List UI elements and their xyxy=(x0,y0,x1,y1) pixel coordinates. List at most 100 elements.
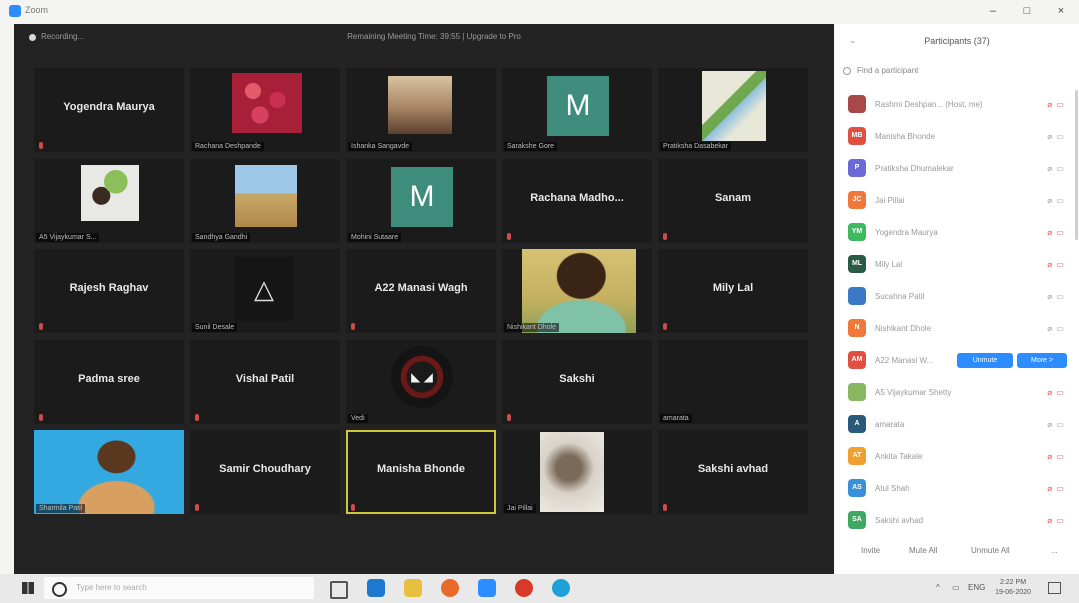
task-view-icon[interactable] xyxy=(330,581,348,599)
participant-row[interactable]: ML Mily Lal ⌀ ▭ xyxy=(835,250,1079,280)
participant-avatar: AM xyxy=(848,351,866,369)
mic-icon: ⌀ ▭ xyxy=(1047,196,1065,205)
participant-row[interactable]: P Pratiksha Dhumalekar ⌀ ▭ xyxy=(835,154,1079,184)
minimize-button[interactable]: – xyxy=(982,2,1004,20)
network-icon[interactable]: ▭ xyxy=(952,583,960,592)
video-tile[interactable]: Rachana Madho... xyxy=(502,159,652,243)
mic-muted-icon xyxy=(39,142,43,149)
participant-row[interactable]: JC Jai Pillai ⌀ ▭ xyxy=(835,186,1079,216)
video-tile[interactable]: A5 Vijaykumar S... xyxy=(34,159,184,243)
video-tile[interactable]: M Sarakshe Gore xyxy=(502,68,652,152)
taskbar-search-box[interactable]: Type here to search xyxy=(44,577,314,599)
participant-display-name: Padma sree xyxy=(78,373,140,385)
edge-browser-icon[interactable] xyxy=(367,579,385,597)
participant-display-name: Sakshi avhad xyxy=(697,463,769,475)
participant-list-scrollbar[interactable] xyxy=(1075,90,1078,240)
participant-avatar: SA xyxy=(848,511,866,529)
participants-panel: ⌄ Participants (37) Find a participant R… xyxy=(835,24,1079,574)
participant-video xyxy=(232,73,302,133)
participant-name-label: Sandhya Gandhi xyxy=(192,233,251,242)
participant-search-input[interactable]: Find a participant xyxy=(843,66,1071,82)
windows-start-icon[interactable] xyxy=(22,582,34,594)
participant-row[interactable]: AS Atul Shah ⌀ ▭ xyxy=(835,474,1079,504)
unmute-participant-button[interactable]: Unmute xyxy=(957,353,1013,368)
chrome-icon[interactable] xyxy=(515,579,533,597)
file-explorer-icon[interactable] xyxy=(404,579,422,597)
participant-row[interactable]: YM Yogendra Maurya ⌀ ▭ xyxy=(835,218,1079,248)
mute-all-button[interactable]: Mute All xyxy=(909,546,937,555)
taskbar-clock[interactable]: 2:22 PM 19-06-2020 xyxy=(988,578,1038,598)
more-participant-button[interactable]: More > xyxy=(1017,353,1067,368)
unmute-all-button[interactable]: Unmute All xyxy=(971,546,1010,555)
participant-row[interactable]: AM A22 Manasi W... Unmute More > xyxy=(835,346,1079,376)
participant-avatar: A xyxy=(848,415,866,433)
video-tile[interactable]: Padma sree xyxy=(34,340,184,424)
edge-icon[interactable] xyxy=(552,579,570,597)
video-tile[interactable]: Pratiksha Dasabekar xyxy=(658,68,808,152)
video-tile[interactable]: Rachana Deshpande xyxy=(190,68,340,152)
clock-date: 19-06-2020 xyxy=(995,589,1031,596)
participant-row[interactable]: A5 Vijaykumar Shetty ⌀ ▭ xyxy=(835,378,1079,408)
video-tile[interactable]: amarata xyxy=(658,340,808,424)
video-tile[interactable]: Sakshi avhad xyxy=(658,430,808,514)
more-options-button[interactable]: ... xyxy=(1051,546,1058,555)
video-tile[interactable]: Ishanka Sangavde xyxy=(346,68,496,152)
input-language-label[interactable]: ENG xyxy=(968,583,985,592)
video-tile[interactable]: Vishal Patil xyxy=(190,340,340,424)
video-tile[interactable]: M Mohini Sutaare xyxy=(346,159,496,243)
participant-row[interactable]: Sucahna Patil ⌀ ▭ xyxy=(835,282,1079,312)
video-tile[interactable]: △ Sunil Desale xyxy=(190,249,340,333)
video-tile[interactable]: ◣ ◢ Vedi xyxy=(346,340,496,424)
video-tile[interactable]: Yogendra Maurya xyxy=(34,68,184,152)
search-icon xyxy=(843,66,851,75)
tray-chevron-icon[interactable]: ^ xyxy=(936,583,940,592)
video-tile[interactable]: Samir Choudhary xyxy=(190,430,340,514)
mic-muted-icon xyxy=(195,504,199,511)
participant-video xyxy=(540,432,604,512)
clock-time: 2:22 PM xyxy=(999,579,1027,586)
zoom-taskbar-icon[interactable] xyxy=(478,579,496,597)
restore-button[interactable]: □ xyxy=(1016,2,1038,20)
participant-avatar xyxy=(848,383,866,401)
video-tile[interactable]: Sakshi xyxy=(502,340,652,424)
participant-name: Atul Shah xyxy=(875,484,910,493)
mic-muted-icon: ⌀ ▭ xyxy=(1047,100,1065,109)
participant-display-name: Manisha Bhonde xyxy=(376,463,465,475)
meeting-time-notice[interactable]: Remaining Meeting Time: 39:55 | Upgrade … xyxy=(314,32,554,41)
participant-name: Sucahna Patil xyxy=(875,292,925,301)
participant-video xyxy=(522,249,636,333)
participant-row[interactable]: N Nishikant Dhole ⌀ ▭ xyxy=(835,314,1079,344)
participant-avatar: P xyxy=(848,159,866,177)
video-tile[interactable]: Sanam xyxy=(658,159,808,243)
mic-muted-icon xyxy=(195,414,199,421)
mic-muted-icon: ⌀ ▭ xyxy=(1047,452,1065,461)
participant-video: △ xyxy=(235,257,293,321)
video-tile[interactable]: Nishikant Dhole xyxy=(502,249,652,333)
mic-muted-icon: ⌀ ▭ xyxy=(1047,260,1065,269)
meeting-gallery: Recording... Remaining Meeting Time: 39:… xyxy=(14,24,834,574)
video-tile[interactable]: Rajesh Raghav xyxy=(34,249,184,333)
participant-row[interactable]: SA Sakshi avhad ⌀ ▭ xyxy=(835,506,1079,536)
participant-row[interactable]: Aamarata ⌀ ▭ xyxy=(835,410,1079,440)
participant-row[interactable]: MB Manisha Bhonde ⌀ ▭ xyxy=(835,122,1079,152)
recording-label[interactable]: Recording... xyxy=(41,32,84,41)
video-tile[interactable]: Sandhya Gandhi xyxy=(190,159,340,243)
video-tile[interactable]: A22 Manasi Wagh xyxy=(346,249,496,333)
participant-name: Pratiksha Dhumalekar xyxy=(875,164,954,173)
participant-video xyxy=(34,430,184,514)
close-button[interactable]: × xyxy=(1050,2,1072,20)
search-placeholder: Find a participant xyxy=(857,66,919,75)
invite-button[interactable]: Invite xyxy=(861,546,880,555)
video-tile[interactable]: Manisha Bhonde xyxy=(346,430,496,514)
participant-name: Jai Pillai xyxy=(875,196,905,205)
participant-display-name: Samir Choudhary xyxy=(219,463,311,475)
notification-icon[interactable] xyxy=(1048,582,1061,594)
participant-row[interactable]: AT Ankita Takale ⌀ ▭ xyxy=(835,442,1079,472)
video-tile[interactable]: Jai Pillai xyxy=(502,430,652,514)
participant-row[interactable]: Rashmi Deshpan... (Host, me) ⌀ ▭ xyxy=(835,90,1079,120)
firefox-icon[interactable] xyxy=(441,579,459,597)
participant-name-label: Rachana Deshpande xyxy=(192,142,264,151)
participant-display-name: Sakshi xyxy=(559,373,595,385)
video-tile[interactable]: Mily Lal xyxy=(658,249,808,333)
video-tile[interactable]: Sharmila Patil xyxy=(34,430,184,514)
